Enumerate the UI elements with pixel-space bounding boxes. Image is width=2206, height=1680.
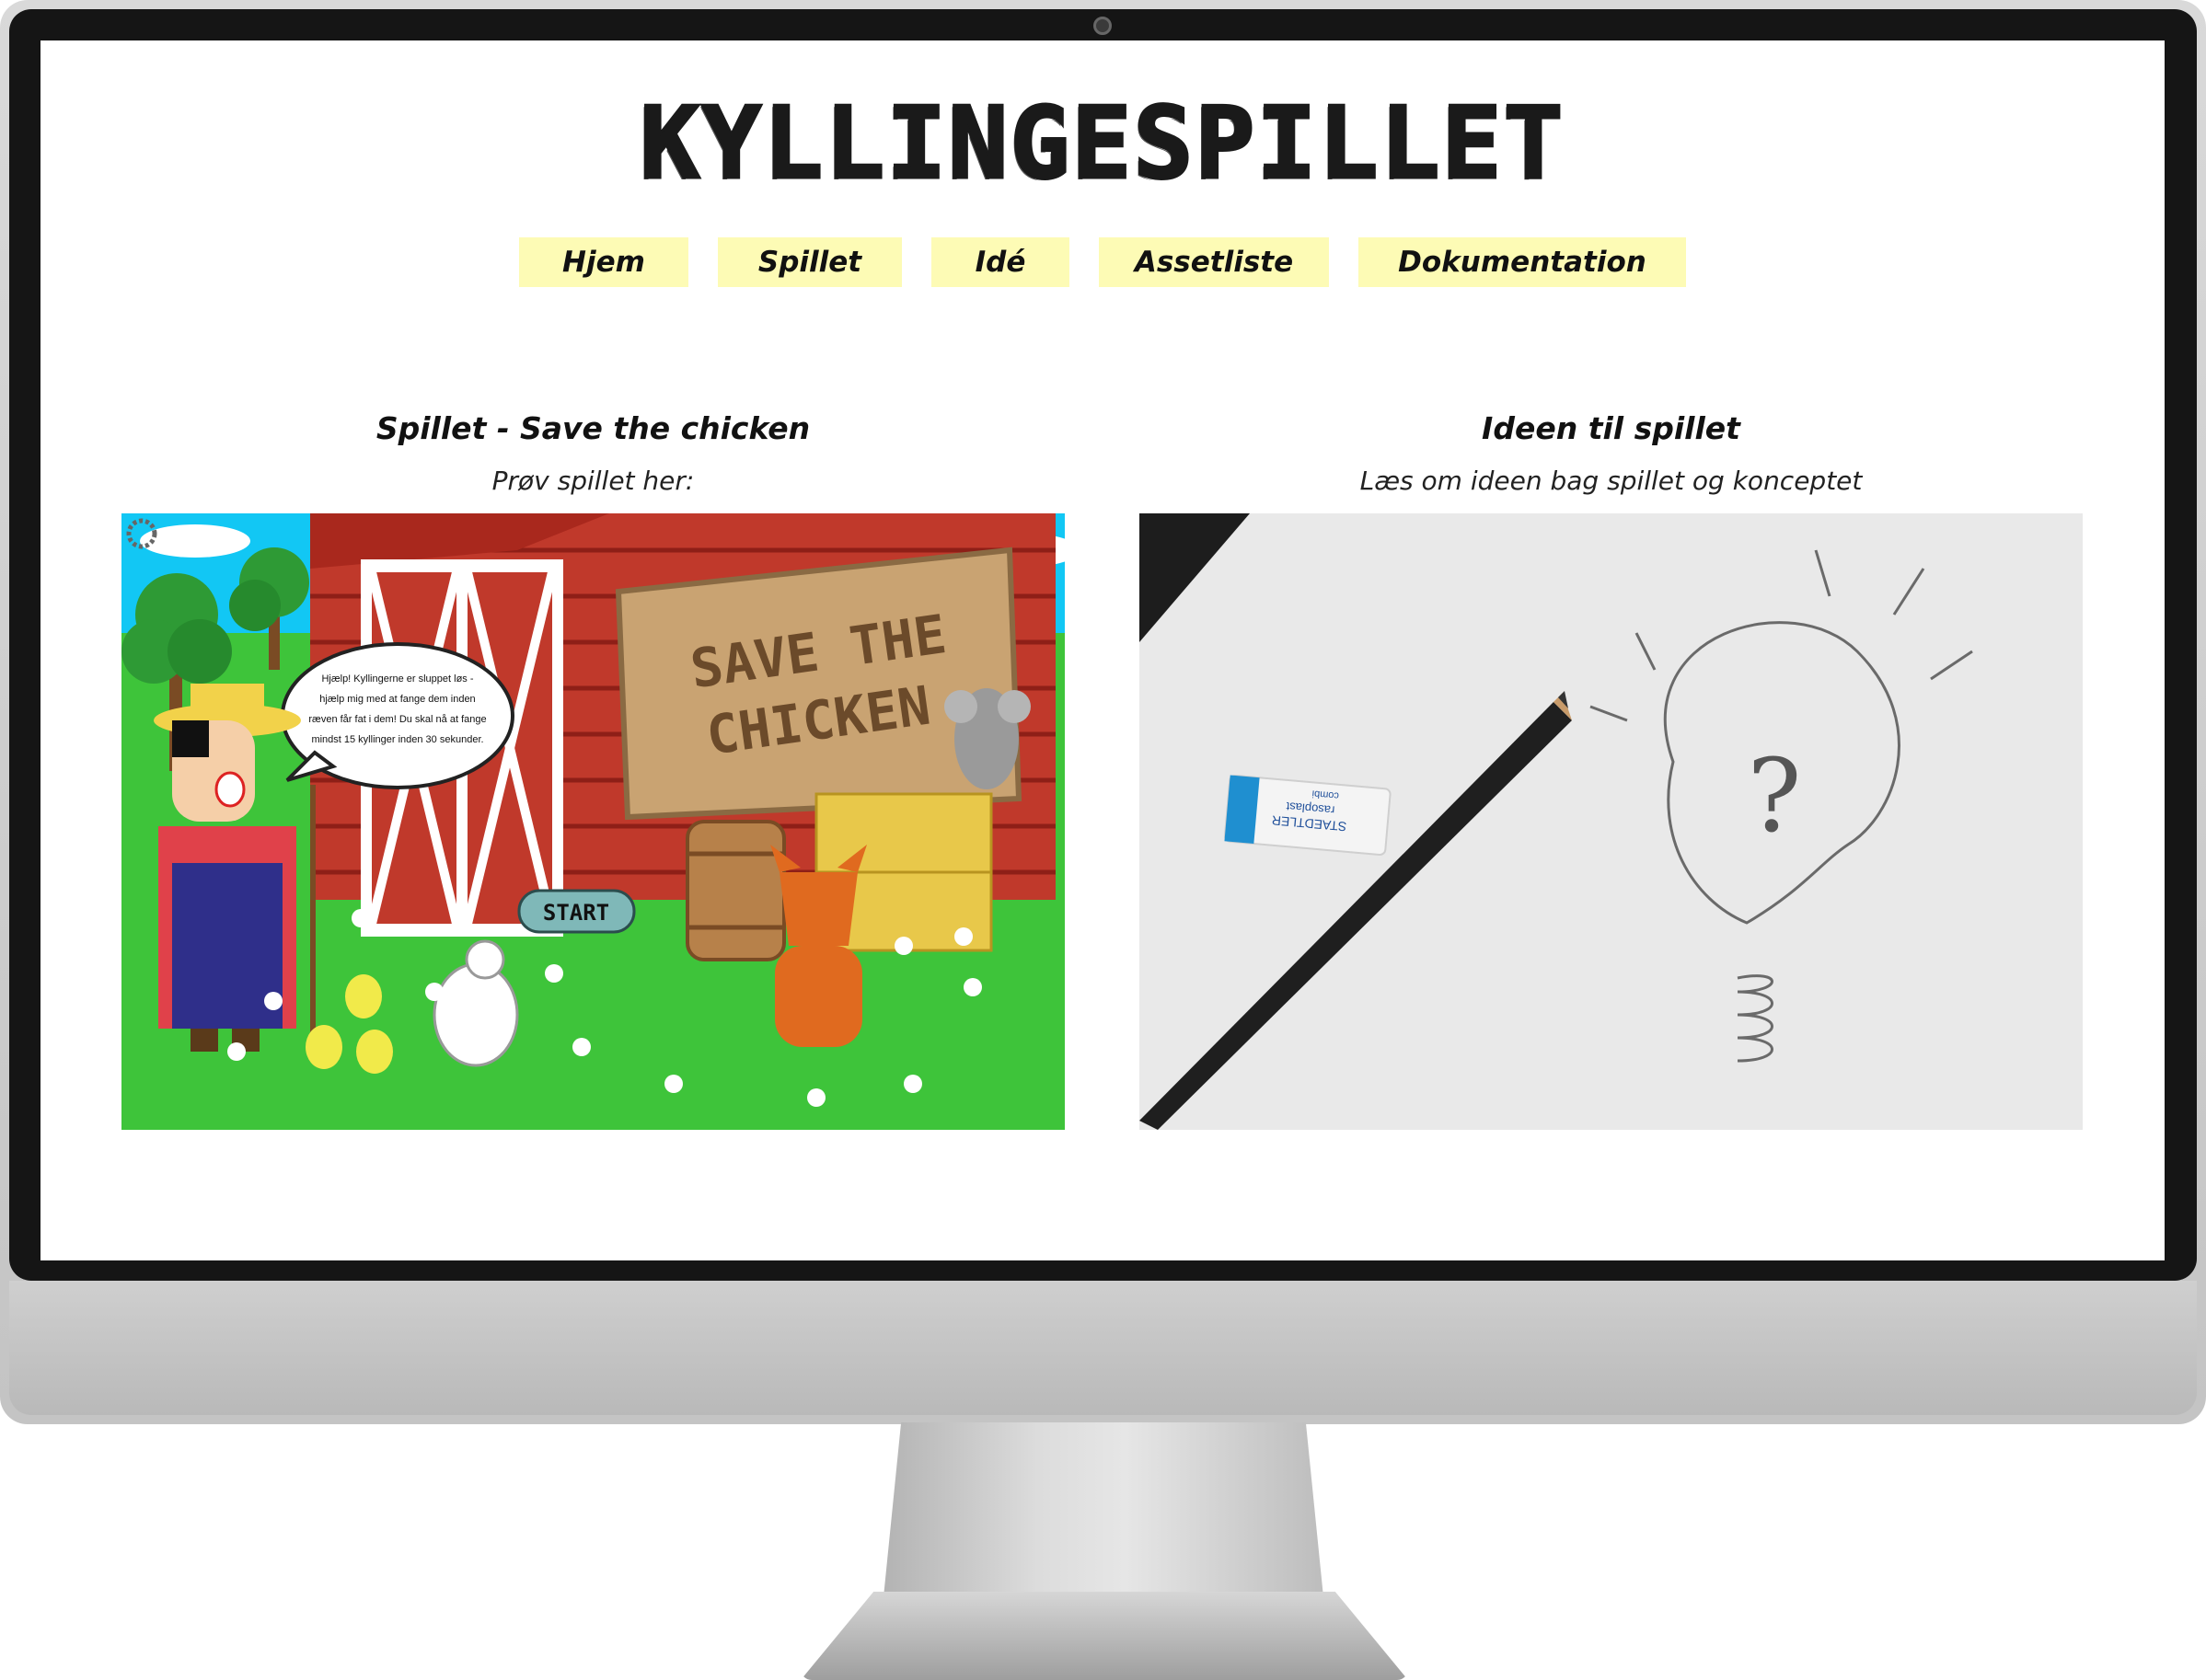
game-heading: Spillet - Save the chicken: [375, 410, 811, 446]
question-mark: ?: [1748, 737, 1802, 855]
start-button[interactable]: START: [517, 889, 636, 934]
idea-heading: Ideen til spillet: [1482, 410, 1740, 446]
idea-subtext: Læs om ideen bag spillet og konceptet: [1359, 466, 1863, 496]
speech-line-4: mindst 15 kyllinger inden 30 sekunder.: [311, 734, 483, 745]
nav-item-spillet[interactable]: Spillet: [718, 237, 902, 287]
nav-item-assetliste[interactable]: Assetliste: [1099, 237, 1329, 287]
game-section: Spillet - Save the chicken Prøv spillet …: [121, 405, 1065, 1130]
speech-line-2: hjælp mig med at fange dem inden: [319, 694, 475, 705]
eraser: STAEDTLER rasoplast combi: [1223, 774, 1392, 856]
svg-text:START[interactable]: START: [543, 900, 609, 926]
monitor-frame: KYLLINGESPILLET Hjem Spillet Idé Assetli…: [0, 0, 2206, 1424]
nav-item-hjem[interactable]: Hjem: [519, 237, 688, 287]
monitor-stand-neck: [884, 1422, 1323, 1597]
webcam-icon: [1093, 17, 1112, 35]
eraser-sub: combi: [1311, 788, 1339, 801]
site-title: KYLLINGESPILLET: [639, 86, 1565, 203]
speech-line-3: ræven får fat i dem! Du skal nå at fange: [308, 714, 486, 725]
farmer-speech-bubble: Hjælp! Kyllingerne er sluppet løs - hjæl…: [281, 642, 514, 789]
monitor-stand-base: [801, 1592, 1408, 1680]
game-subtext: Prøv spillet her:: [491, 466, 695, 496]
nav-item-dokumentation[interactable]: Dokumentation: [1358, 237, 1686, 287]
speech-line-1: Hjælp! Kyllingerne er sluppet løs -: [321, 673, 473, 685]
nav-item-ide[interactable]: Idé: [931, 237, 1069, 287]
main-nav: Hjem Spillet Idé Assetliste Dokumentatio…: [40, 237, 2165, 287]
game-preview[interactable]: SAVE THE CHICKEN Hjælp! Kyllingerne er s…: [121, 513, 1065, 1130]
web-page: KYLLINGESPILLET Hjem Spillet Idé Assetli…: [40, 40, 2165, 1260]
monitor-chin: [9, 1281, 2197, 1415]
idea-photo[interactable]: STAEDTLER rasoplast combi ?: [1139, 513, 2083, 1130]
idea-section: Ideen til spillet Læs om ideen bag spill…: [1139, 405, 2083, 1130]
